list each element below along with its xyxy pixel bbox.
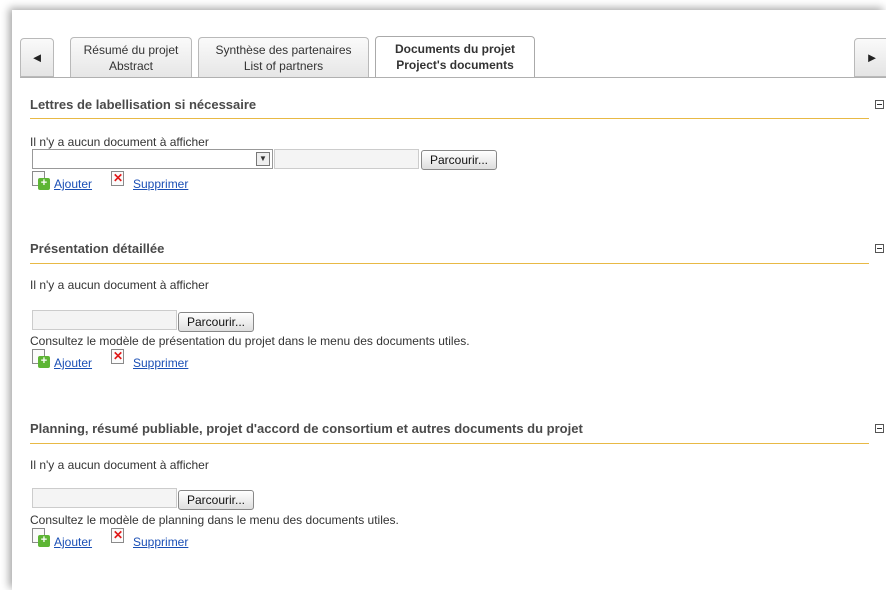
add-link-wrap: Ajouter xyxy=(54,356,92,370)
file-path-input[interactable] xyxy=(32,488,177,508)
tab-scroll-left-button[interactable]: ◄ xyxy=(20,38,54,77)
arrow-right-icon: ► xyxy=(865,50,879,65)
add-link-wrap: Ajouter xyxy=(54,535,92,549)
tab-scroll-right-button[interactable]: ► xyxy=(854,38,886,77)
tab-documents[interactable]: Documents du projet Project's documents xyxy=(375,36,535,78)
empty-message: Il n'y a aucun document à afficher xyxy=(30,458,209,472)
tab-label-fr: Résumé du projet xyxy=(83,43,179,57)
delete-link-wrap: Supprimer xyxy=(133,535,188,549)
add-link-wrap: Ajouter xyxy=(54,177,92,191)
tab-baseline xyxy=(20,77,886,78)
tab-label-fr: Synthèse des partenaires xyxy=(215,43,352,57)
section-divider xyxy=(30,443,869,444)
tab-abstract[interactable]: Résumé du projet Abstract xyxy=(70,37,192,77)
file-path-input[interactable] xyxy=(32,310,177,330)
template-hint: Consultez le modèle de présentation du p… xyxy=(30,334,470,348)
delete-document-icon[interactable] xyxy=(111,171,124,186)
add-link[interactable]: Ajouter xyxy=(54,535,92,549)
browse-button[interactable]: Parcourir... xyxy=(178,490,255,510)
section-divider xyxy=(30,263,869,264)
delete-document-icon[interactable] xyxy=(111,349,124,364)
chevron-down-icon: ▼ xyxy=(256,152,270,166)
collapse-icon[interactable] xyxy=(875,100,884,109)
add-document-icon[interactable] xyxy=(32,171,50,190)
file-path-input[interactable] xyxy=(274,149,419,169)
empty-message: Il n'y a aucun document à afficher xyxy=(30,135,209,149)
empty-message: Il n'y a aucun document à afficher xyxy=(30,278,209,292)
tab-label-en: Abstract xyxy=(108,59,153,73)
delete-link[interactable]: Supprimer xyxy=(133,535,188,549)
tab-label-en: Project's documents xyxy=(396,58,514,72)
delete-document-icon[interactable] xyxy=(111,528,124,543)
delete-link[interactable]: Supprimer xyxy=(133,177,188,191)
document-type-select[interactable]: ▼ xyxy=(32,149,273,169)
browse-button[interactable]: Parcourir... xyxy=(421,150,498,170)
section-divider xyxy=(30,118,869,119)
delete-link-wrap: Supprimer xyxy=(133,356,188,370)
section-title: Lettres de labellisation si nécessaire xyxy=(30,97,257,112)
delete-link-wrap: Supprimer xyxy=(133,177,188,191)
template-hint: Consultez le modèle de planning dans le … xyxy=(30,513,399,527)
tab-partners[interactable]: Synthèse des partenaires List of partner… xyxy=(198,37,369,77)
section-title: Présentation détaillée xyxy=(30,241,165,256)
collapse-icon[interactable] xyxy=(875,424,884,433)
browse-button[interactable]: Parcourir... xyxy=(178,312,255,332)
add-link[interactable]: Ajouter xyxy=(54,356,92,370)
collapse-icon[interactable] xyxy=(875,244,884,253)
tab-label-en: List of partners xyxy=(243,59,324,73)
add-document-icon[interactable] xyxy=(32,349,50,368)
section-title: Planning, résumé publiable, projet d'acc… xyxy=(30,421,583,436)
arrow-left-icon: ◄ xyxy=(30,50,44,65)
add-link[interactable]: Ajouter xyxy=(54,177,92,191)
add-document-icon[interactable] xyxy=(32,528,50,547)
delete-link[interactable]: Supprimer xyxy=(133,356,188,370)
tab-label-fr: Documents du projet xyxy=(394,42,515,56)
